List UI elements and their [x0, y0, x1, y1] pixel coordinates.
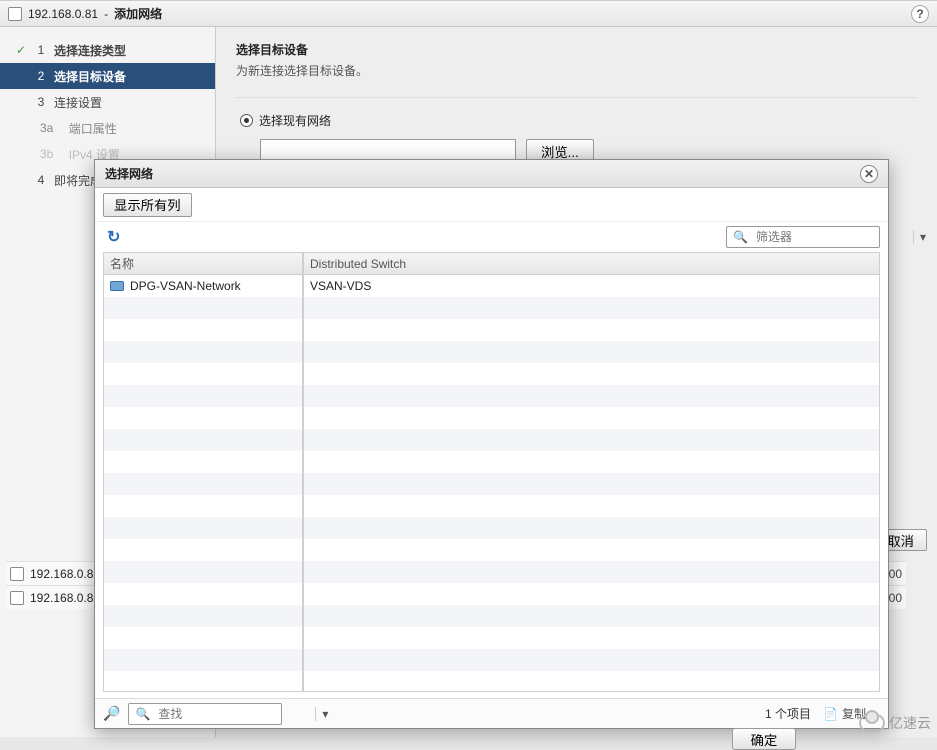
- filter-input[interactable]: [754, 229, 913, 245]
- window-title: 添加网络: [114, 5, 162, 22]
- item-count: 1 个项目: [765, 705, 811, 722]
- show-all-columns-button[interactable]: 显示所有列: [103, 193, 192, 217]
- dialog-ok-button[interactable]: 确定: [732, 728, 796, 750]
- network-table: 名称 DPG-VSAN-Network Distributed Switch V…: [103, 252, 880, 692]
- column-body: VSAN-VDS: [304, 275, 879, 691]
- nav-step-num: 1: [34, 43, 48, 57]
- column-header-ds[interactable]: Distributed Switch: [304, 253, 879, 275]
- nav-step-3a[interactable]: 3a 端口属性: [0, 115, 215, 141]
- host-name: 192.168.0.82: [30, 567, 100, 581]
- column-body: DPG-VSAN-Network: [104, 275, 302, 691]
- host-icon: [10, 567, 24, 581]
- dialog-toolbar: 显示所有列: [95, 188, 888, 222]
- chevron-down-icon[interactable]: ▾: [913, 230, 932, 244]
- dialog-footer: 🔎 🔍 ▾ 1 个项目 📄 复制 ▾: [95, 698, 888, 728]
- radio-existing-network[interactable]: 选择现有网络: [240, 112, 917, 129]
- section-desc: 为新连接选择目标设备。: [236, 62, 917, 79]
- radio-icon: [240, 114, 253, 127]
- host-end: 00: [889, 567, 902, 581]
- filter-box[interactable]: 🔍 ▾: [726, 226, 880, 248]
- host-name: 192.168.0.83: [30, 591, 100, 605]
- dialog-toolbar-2: ↻ 🔍 ▾: [95, 222, 888, 252]
- nav-step-label: 选择连接类型: [54, 42, 126, 59]
- close-icon: ✕: [864, 167, 874, 181]
- find-input[interactable]: [156, 706, 315, 722]
- section-title: 选择目标设备: [236, 41, 917, 58]
- window-titlebar: 192.168.0.81 - 添加网络 ?: [0, 1, 937, 27]
- watermark-text: 亿速云: [889, 713, 931, 733]
- watermark: 亿速云: [859, 713, 931, 733]
- help-icon: ?: [916, 7, 923, 21]
- help-button[interactable]: ?: [911, 5, 929, 23]
- radio-label: 选择现有网络: [259, 112, 331, 129]
- table-row[interactable]: DPG-VSAN-Network: [104, 275, 302, 297]
- nav-step-1[interactable]: ✓ 1 选择连接类型: [0, 37, 215, 63]
- nav-sub-num: 3a: [40, 121, 53, 135]
- divider: [236, 97, 917, 98]
- column-ds: Distributed Switch VSAN-VDS: [304, 253, 879, 691]
- chevron-down-icon[interactable]: ▾: [315, 707, 334, 721]
- window-sep: -: [104, 7, 108, 21]
- nav-step-num: 4: [34, 173, 48, 187]
- nav-step-2[interactable]: 2 选择目标设备: [0, 63, 215, 89]
- dialog-title: 选择网络: [105, 165, 153, 182]
- column-name: 名称 DPG-VSAN-Network: [104, 253, 304, 691]
- binoculars-icon[interactable]: 🔎: [103, 705, 120, 722]
- find-box[interactable]: 🔍 ▾: [128, 703, 282, 725]
- search-icon: 🔍: [129, 707, 156, 721]
- select-network-dialog: 选择网络 ✕ 显示所有列 ↻ 🔍 ▾ 名称 DPG-VSAN-Network D…: [94, 159, 889, 729]
- nav-step-3[interactable]: 3 连接设置: [0, 89, 215, 115]
- nav-step-num: 3: [34, 95, 48, 109]
- cloud-icon: [859, 714, 885, 732]
- nav-step-label: 选择目标设备: [54, 68, 126, 85]
- column-header-name[interactable]: 名称: [104, 253, 302, 275]
- check-icon: ✓: [14, 43, 28, 57]
- host-icon: [10, 591, 24, 605]
- cell-name: DPG-VSAN-Network: [130, 279, 241, 293]
- dialog-close-button[interactable]: ✕: [860, 165, 878, 183]
- nav-sub-label: 端口属性: [69, 120, 117, 137]
- portgroup-icon: [110, 281, 124, 291]
- nav-step-num: 2: [34, 69, 48, 83]
- search-icon: 🔍: [727, 230, 754, 244]
- cell-ds: VSAN-VDS: [310, 279, 371, 293]
- refresh-icon[interactable]: ↻: [103, 227, 124, 247]
- table-row[interactable]: VSAN-VDS: [304, 275, 879, 297]
- host-end: 00: [889, 591, 902, 605]
- dialog-titlebar: 选择网络 ✕: [95, 160, 888, 188]
- host-icon: [8, 7, 22, 21]
- nav-sub-num: 3b: [40, 147, 53, 161]
- nav-step-label: 连接设置: [54, 94, 102, 111]
- copy-icon: 📄: [823, 707, 838, 721]
- window-host: 192.168.0.81: [28, 7, 98, 21]
